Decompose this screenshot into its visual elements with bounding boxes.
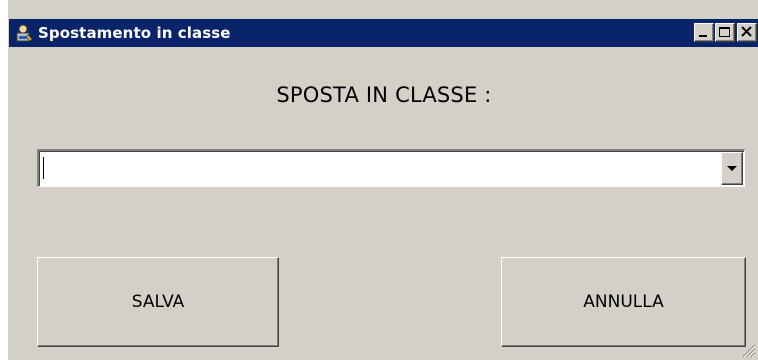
dropdown-arrow-button[interactable] — [721, 152, 743, 185]
title-controls — [693, 23, 757, 42]
class-select[interactable] — [37, 149, 745, 187]
class-select-value[interactable] — [43, 157, 46, 179]
minimize-icon — [699, 35, 707, 37]
title-bar[interactable]: Spostamento in classe — [9, 19, 758, 47]
form-heading: SPOSTA IN CLASSE : — [276, 83, 492, 107]
close-button[interactable] — [737, 23, 757, 42]
maximize-icon — [719, 27, 730, 37]
chevron-down-icon — [727, 165, 737, 171]
window-title: Spostamento in classe — [38, 24, 231, 42]
close-icon — [741, 26, 752, 37]
dialog-window: Spostamento in classe SPOSTA IN CLASSE : — [8, 0, 758, 360]
cancel-button[interactable]: ANNULLA — [501, 257, 746, 347]
maximize-button[interactable] — [715, 23, 735, 42]
resize-grip-icon[interactable] — [740, 342, 756, 358]
minimize-button[interactable] — [694, 23, 714, 42]
app-icon — [13, 22, 35, 44]
save-button[interactable]: SALVA — [37, 257, 279, 347]
